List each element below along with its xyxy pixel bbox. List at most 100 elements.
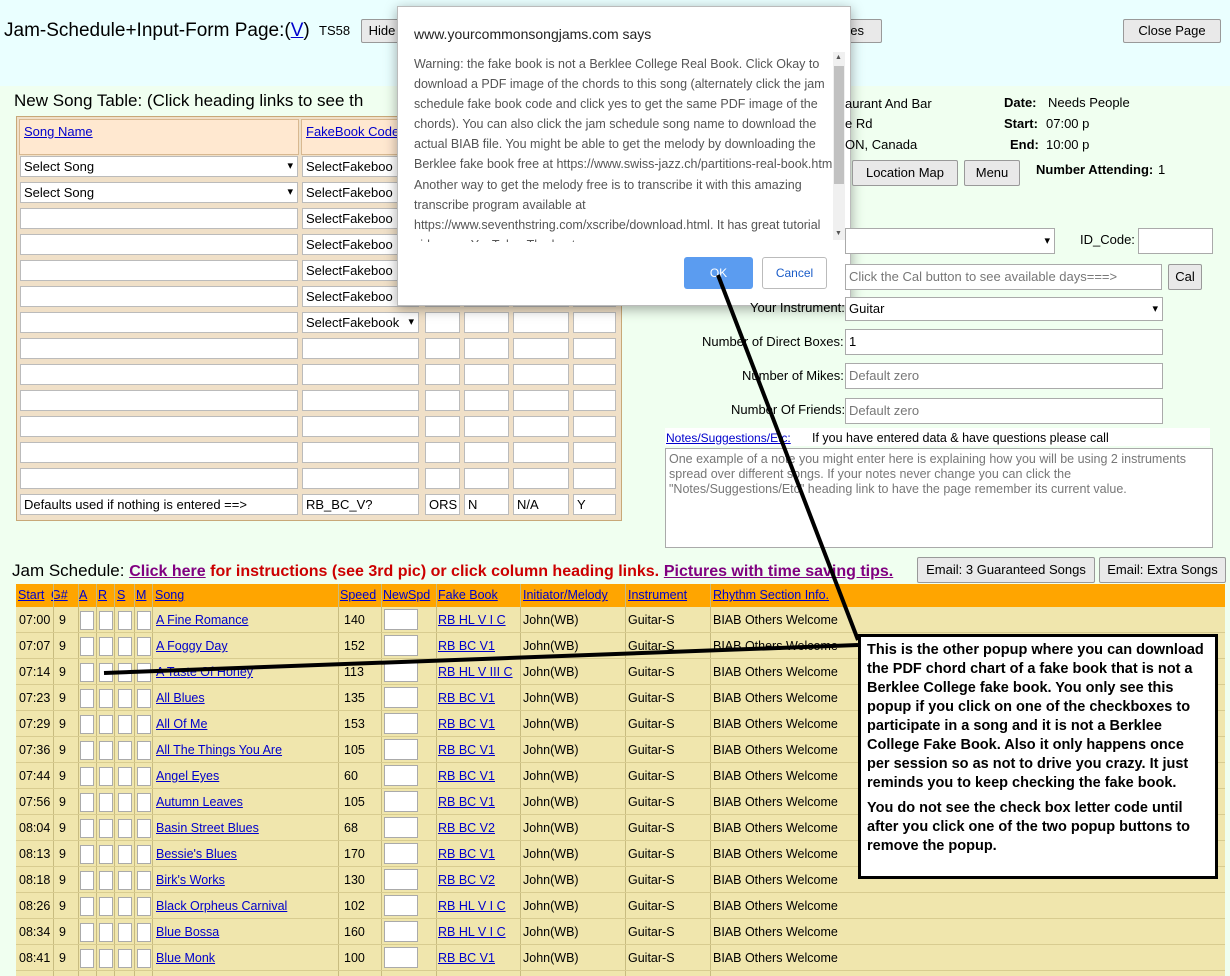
fakebook-link[interactable]: RB HL V I C	[438, 899, 506, 913]
email-guaranteed-button[interactable]: Email: 3 Guaranteed Songs	[917, 557, 1095, 583]
song-name-field[interactable]	[20, 468, 298, 489]
song-name-field[interactable]	[20, 364, 298, 385]
song-link[interactable]: All Of Me	[156, 717, 207, 731]
fakebook-field[interactable]	[302, 364, 419, 385]
name-select[interactable]	[845, 228, 1055, 254]
scroll-down-icon[interactable]: ▼	[835, 230, 842, 237]
checkbox-r[interactable]	[99, 897, 113, 916]
checkbox-a[interactable]	[80, 689, 94, 708]
song-link[interactable]: A Foggy Day	[156, 639, 228, 653]
option-field[interactable]	[425, 416, 460, 437]
checkbox-a[interactable]	[80, 845, 94, 864]
fakebook-field[interactable]	[302, 338, 419, 359]
checkbox-r[interactable]	[99, 793, 113, 812]
checkbox-s[interactable]	[118, 897, 132, 916]
location-map-button[interactable]: Location Map	[852, 160, 958, 186]
fakebook-link[interactable]: RB BC V1	[438, 795, 495, 809]
checkbox-a[interactable]	[80, 663, 94, 682]
option-field[interactable]	[513, 442, 569, 463]
checkbox-r[interactable]	[99, 819, 113, 838]
checkbox-m[interactable]	[137, 949, 151, 968]
song-select[interactable]: Select Song	[20, 182, 298, 203]
checkbox-s[interactable]	[118, 923, 132, 942]
option-field[interactable]	[464, 416, 509, 437]
fakebook-select[interactable]: SelectFakebook	[302, 312, 419, 333]
col-header-fake-book[interactable]: Fake Book	[438, 588, 498, 602]
defaults-option[interactable]: ORS	[425, 494, 460, 515]
checkbox-a[interactable]	[80, 741, 94, 760]
checkbox-a[interactable]	[80, 819, 94, 838]
checkbox-m[interactable]	[137, 845, 151, 864]
fakebook-link[interactable]: RB HL V I C	[438, 925, 506, 939]
song-link[interactable]: Basin Street Blues	[156, 821, 259, 835]
new-speed-input[interactable]	[384, 687, 418, 708]
checkbox-a[interactable]	[80, 767, 94, 786]
fakebook-link[interactable]: RB BC V1	[438, 717, 495, 731]
song-name-field[interactable]	[20, 338, 298, 359]
checkbox-r[interactable]	[99, 949, 113, 968]
pictures-link[interactable]: Pictures with time saving tips.	[664, 563, 893, 580]
checkbox-m[interactable]	[137, 715, 151, 734]
checkbox-r[interactable]	[99, 715, 113, 734]
song-name-field[interactable]	[20, 286, 298, 307]
option-field[interactable]	[464, 338, 509, 359]
checkbox-a[interactable]	[80, 949, 94, 968]
cal-date-input[interactable]: Click the Cal button to see available da…	[845, 264, 1162, 290]
menu-button[interactable]: Menu	[964, 160, 1020, 186]
fakebook-code-link[interactable]: FakeBook Code	[306, 124, 399, 139]
song-link[interactable]: Blue Bossa	[156, 925, 219, 939]
new-speed-input[interactable]	[384, 869, 418, 890]
checkbox-a[interactable]	[80, 611, 94, 630]
checkbox-s[interactable]	[118, 689, 132, 708]
option-field[interactable]	[573, 416, 616, 437]
checkbox-m[interactable]	[137, 871, 151, 890]
checkbox-a[interactable]	[80, 715, 94, 734]
option-field[interactable]	[464, 390, 509, 411]
dialog-scrollbar[interactable]: ▲ ▼	[833, 52, 845, 240]
checkbox-r[interactable]	[99, 689, 113, 708]
new-speed-input[interactable]	[384, 817, 418, 838]
option-field[interactable]	[573, 390, 616, 411]
defaults-option[interactable]: Y	[573, 494, 616, 515]
option-field[interactable]	[513, 390, 569, 411]
checkbox-s[interactable]	[118, 949, 132, 968]
ok-button[interactable]: OK	[684, 257, 753, 289]
new-speed-input[interactable]	[384, 661, 418, 682]
checkbox-s[interactable]	[118, 611, 132, 630]
checkbox-m[interactable]	[137, 663, 151, 682]
option-field[interactable]	[573, 364, 616, 385]
checkbox-r[interactable]	[99, 663, 113, 682]
checkbox-r[interactable]	[99, 741, 113, 760]
checkbox-r[interactable]	[99, 871, 113, 890]
option-field[interactable]	[513, 468, 569, 489]
checkbox-m[interactable]	[137, 793, 151, 812]
version-link[interactable]: V	[291, 20, 304, 41]
option-field[interactable]	[464, 312, 509, 333]
new-speed-input[interactable]	[384, 739, 418, 760]
checkbox-s[interactable]	[118, 793, 132, 812]
col-header-s[interactable]: S	[117, 588, 125, 602]
option-field[interactable]	[573, 312, 616, 333]
song-link[interactable]: A Fine Romance	[156, 613, 248, 627]
song-name-link[interactable]: Song Name	[24, 124, 93, 139]
close-page-button[interactable]: Close Page	[1123, 19, 1221, 43]
checkbox-a[interactable]	[80, 637, 94, 656]
new-speed-input[interactable]	[384, 791, 418, 812]
checkbox-s[interactable]	[118, 845, 132, 864]
option-field[interactable]	[425, 390, 460, 411]
checkbox-r[interactable]	[99, 611, 113, 630]
checkbox-r[interactable]	[99, 923, 113, 942]
song-name-field[interactable]	[20, 260, 298, 281]
song-link[interactable]: Bessie's Blues	[156, 847, 237, 861]
new-speed-input[interactable]	[384, 609, 418, 630]
mikes-input[interactable]: Default zero	[845, 363, 1163, 389]
new-speed-input[interactable]	[384, 921, 418, 942]
option-field[interactable]	[464, 442, 509, 463]
cal-button[interactable]: Cal	[1168, 264, 1202, 290]
song-link[interactable]: All The Things You Are	[156, 743, 282, 757]
checkbox-m[interactable]	[137, 897, 151, 916]
song-link[interactable]: All Blues	[156, 691, 205, 705]
fakebook-link[interactable]: RB BC V1	[438, 743, 495, 757]
option-field[interactable]	[425, 442, 460, 463]
checkbox-a[interactable]	[80, 871, 94, 890]
